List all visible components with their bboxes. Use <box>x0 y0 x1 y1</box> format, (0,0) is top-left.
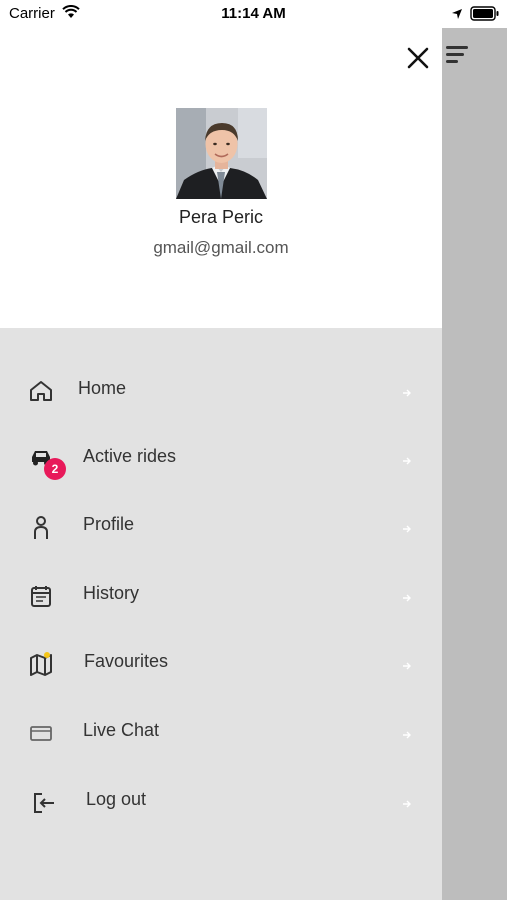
person-icon <box>27 513 55 541</box>
hamburger-menu-icon[interactable] <box>444 44 470 68</box>
user-name: Pera Peric <box>178 207 264 227</box>
map-icon <box>27 650 55 678</box>
menu-label-home: Home <box>78 378 127 398</box>
arrow-right-icon <box>402 385 412 397</box>
menu-label-log-out: Log out <box>86 789 147 809</box>
menu-label-profile: Profile <box>83 514 135 534</box>
arrow-right-icon <box>402 658 412 670</box>
logout-icon <box>27 788 55 816</box>
location-arrow-icon <box>451 7 463 25</box>
profile-header: Pera Peric gmail@gmail.com <box>0 28 442 328</box>
menu-item-active-rides[interactable]: 2 Active rides <box>0 428 442 488</box>
menu-item-home[interactable]: Home <box>0 360 442 420</box>
arrow-right-icon <box>402 590 412 602</box>
menu-label-active-rides: Active rides <box>83 446 177 466</box>
arrow-right-icon <box>402 796 412 808</box>
menu-item-live-chat[interactable]: Live Chat <box>0 702 442 762</box>
mail-icon <box>27 719 55 747</box>
battery-icon <box>470 6 500 26</box>
menu-label-live-chat: Live Chat <box>83 720 160 740</box>
dimmed-overlay[interactable] <box>442 28 507 900</box>
arrow-right-icon <box>402 453 412 465</box>
home-icon <box>27 377 55 405</box>
status-bar: Carrier 11:14 AM <box>0 0 507 28</box>
menu-item-history[interactable]: History <box>0 565 442 625</box>
arrow-right-icon <box>402 521 412 533</box>
menu-label-history: History <box>83 583 140 603</box>
arrow-right-icon <box>402 727 412 739</box>
navigation-drawer: Pera Peric gmail@gmail.com Home 2 Active… <box>0 28 442 900</box>
user-email: gmail@gmail.com <box>153 238 289 257</box>
close-icon[interactable] <box>402 42 434 74</box>
menu-item-log-out[interactable]: Log out <box>0 771 442 831</box>
clock: 11:14 AM <box>221 5 286 22</box>
calendar-icon <box>27 582 55 610</box>
active-rides-badge: 2 <box>44 458 66 480</box>
menu-item-profile[interactable]: Profile <box>0 496 442 556</box>
avatar[interactable] <box>176 108 267 199</box>
menu-label-favourites: Favourites <box>84 651 169 671</box>
menu-item-favourites[interactable]: Favourites <box>0 633 442 693</box>
